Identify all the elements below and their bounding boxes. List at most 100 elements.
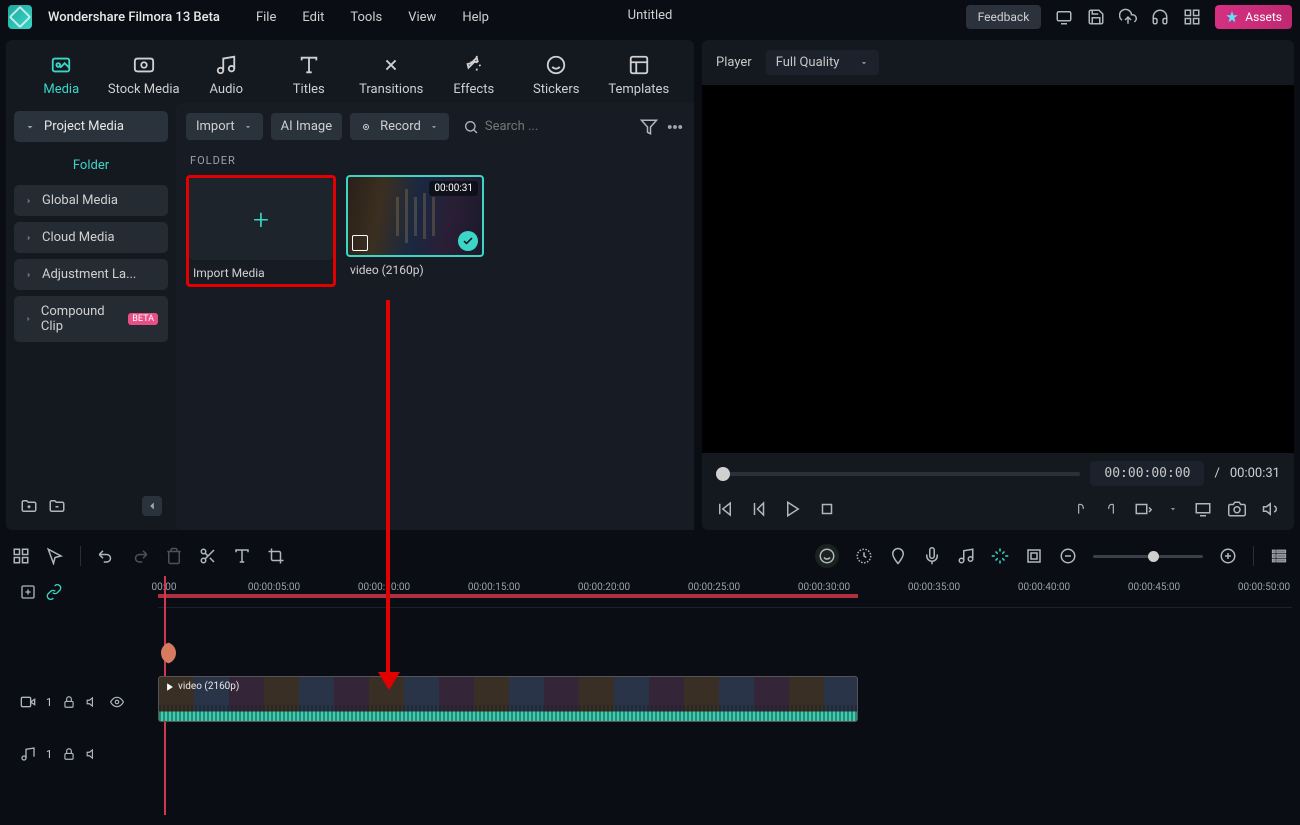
feedback-button[interactable]: Feedback (966, 5, 1042, 29)
menu-edit[interactable]: Edit (302, 10, 324, 25)
tab-effects[interactable]: Effects (433, 48, 516, 103)
timeline-toolbar (8, 536, 1292, 576)
add-track-icon[interactable] (20, 584, 36, 600)
video-clip[interactable]: video (2160p) (158, 676, 858, 722)
grid-icon[interactable] (1183, 8, 1201, 26)
collapse-sidebar-icon[interactable] (142, 496, 162, 516)
split-icon[interactable] (199, 547, 217, 565)
templates-icon (628, 54, 650, 76)
sidebar-project-media[interactable]: Project Media (14, 111, 168, 142)
mark-out-icon[interactable] (1104, 501, 1118, 517)
titlebar-actions: Feedback Assets (966, 5, 1292, 29)
document-title: Untitled (628, 8, 673, 23)
ai-image-button[interactable]: AI Image (271, 113, 342, 140)
scrub-bar[interactable] (716, 472, 1080, 476)
media-panel-body: Project Media Folder Global Media Cloud … (6, 103, 694, 530)
menu-file[interactable]: File (256, 10, 276, 25)
scrub-thumb[interactable] (716, 467, 730, 481)
snapshot-icon[interactable] (1228, 500, 1246, 518)
layout-icon[interactable] (12, 547, 30, 565)
cloud-upload-icon[interactable] (1119, 8, 1137, 26)
aspect-dropdown-icon[interactable] (1134, 500, 1152, 518)
track-visibility-icon[interactable] (110, 695, 124, 709)
audio-lock-icon[interactable] (62, 747, 76, 761)
music-icon[interactable] (957, 547, 975, 565)
titles-icon (298, 54, 320, 76)
text-tool-icon[interactable] (233, 547, 251, 565)
menu-view[interactable]: View (408, 10, 436, 25)
zoom-in-icon[interactable] (1219, 547, 1237, 565)
mic-icon[interactable] (923, 547, 941, 565)
redo-icon[interactable] (131, 547, 149, 565)
player-quality-dropdown[interactable]: Full Quality (766, 50, 880, 75)
audio-icon (215, 54, 237, 76)
menu-help[interactable]: Help (462, 10, 489, 25)
effects-icon (463, 54, 485, 76)
play-icon[interactable] (784, 500, 802, 518)
stop-icon[interactable] (818, 500, 836, 518)
film-icon (352, 235, 368, 251)
tab-media[interactable]: Media (20, 48, 103, 103)
link-icon[interactable] (46, 584, 62, 600)
time-separator: / (1214, 466, 1219, 481)
tab-transitions[interactable]: Transitions (350, 48, 433, 103)
app-logo-icon (8, 5, 32, 29)
tab-stickers[interactable]: Stickers (515, 48, 598, 103)
import-media-card[interactable]: + Import Media (186, 175, 336, 287)
crop-icon[interactable] (267, 547, 285, 565)
frame-icon[interactable] (1025, 547, 1043, 565)
volume-icon[interactable] (1262, 500, 1280, 518)
ai-smiley-icon[interactable] (815, 544, 839, 568)
menu-tools[interactable]: Tools (350, 10, 382, 25)
mark-in-icon[interactable] (1074, 501, 1088, 517)
delete-folder-icon[interactable] (48, 497, 66, 515)
search-input[interactable] (485, 119, 575, 134)
select-tool-icon[interactable] (46, 547, 64, 565)
sidebar-adjustment-layer[interactable]: Adjustment La... (14, 259, 168, 290)
speed-icon[interactable] (855, 547, 873, 565)
prev-frame-icon[interactable] (716, 500, 734, 518)
video-track-number: 1 (46, 696, 52, 709)
tab-audio[interactable]: Audio (185, 48, 268, 103)
assets-button[interactable]: Assets (1215, 5, 1292, 29)
fullscreen-icon[interactable] (1194, 500, 1212, 518)
record-dropdown[interactable]: Record (350, 113, 449, 140)
track-view-icon[interactable] (1270, 547, 1288, 565)
step-back-icon[interactable] (750, 500, 768, 518)
marker-icon[interactable] (889, 547, 907, 565)
video-label: video (2160p) (346, 263, 484, 277)
sidebar-compound-clip[interactable]: Compound Clip BETA (14, 296, 168, 342)
sidebar-folder-label[interactable]: Folder (14, 148, 168, 179)
thumbnail-grid: + Import Media 00:00:31 video (2160p) (176, 175, 694, 287)
transitions-icon (380, 54, 402, 76)
track-lock-icon[interactable] (62, 695, 76, 709)
audio-track-number: 1 (46, 748, 52, 761)
trash-icon[interactable] (165, 547, 183, 565)
tab-templates[interactable]: Templates (598, 48, 681, 103)
preview-viewport[interactable] (702, 85, 1294, 453)
import-dropdown[interactable]: Import (186, 113, 263, 140)
headphones-icon[interactable] (1151, 8, 1169, 26)
chevron-down-icon[interactable] (1168, 504, 1178, 514)
audio-mute-icon[interactable] (86, 747, 100, 761)
magnetic-icon[interactable] (991, 547, 1009, 565)
tab-stock-media[interactable]: Stock Media (103, 48, 186, 103)
plus-icon: + (253, 203, 269, 236)
save-icon[interactable] (1087, 8, 1105, 26)
search-icon (463, 119, 479, 135)
video-thumbnail[interactable]: 00:00:31 video (2160p) (346, 175, 484, 287)
new-folder-icon[interactable] (20, 497, 38, 515)
beta-badge: BETA (128, 313, 158, 325)
more-icon[interactable] (666, 118, 684, 136)
stock-icon (133, 54, 155, 76)
devices-icon[interactable] (1055, 8, 1073, 26)
zoom-slider[interactable] (1093, 555, 1203, 558)
zoom-out-icon[interactable] (1059, 547, 1077, 565)
track-mute-icon[interactable] (86, 695, 100, 709)
filter-icon[interactable] (640, 118, 658, 136)
undo-icon[interactable] (97, 547, 115, 565)
timeline-ruler[interactable]: 00:00 00:00:05:00 00:00:10:00 00:00:15:0… (158, 576, 1292, 608)
sidebar-global-media[interactable]: Global Media (14, 185, 168, 216)
tab-titles[interactable]: Titles (268, 48, 351, 103)
sidebar-cloud-media[interactable]: Cloud Media (14, 222, 168, 253)
